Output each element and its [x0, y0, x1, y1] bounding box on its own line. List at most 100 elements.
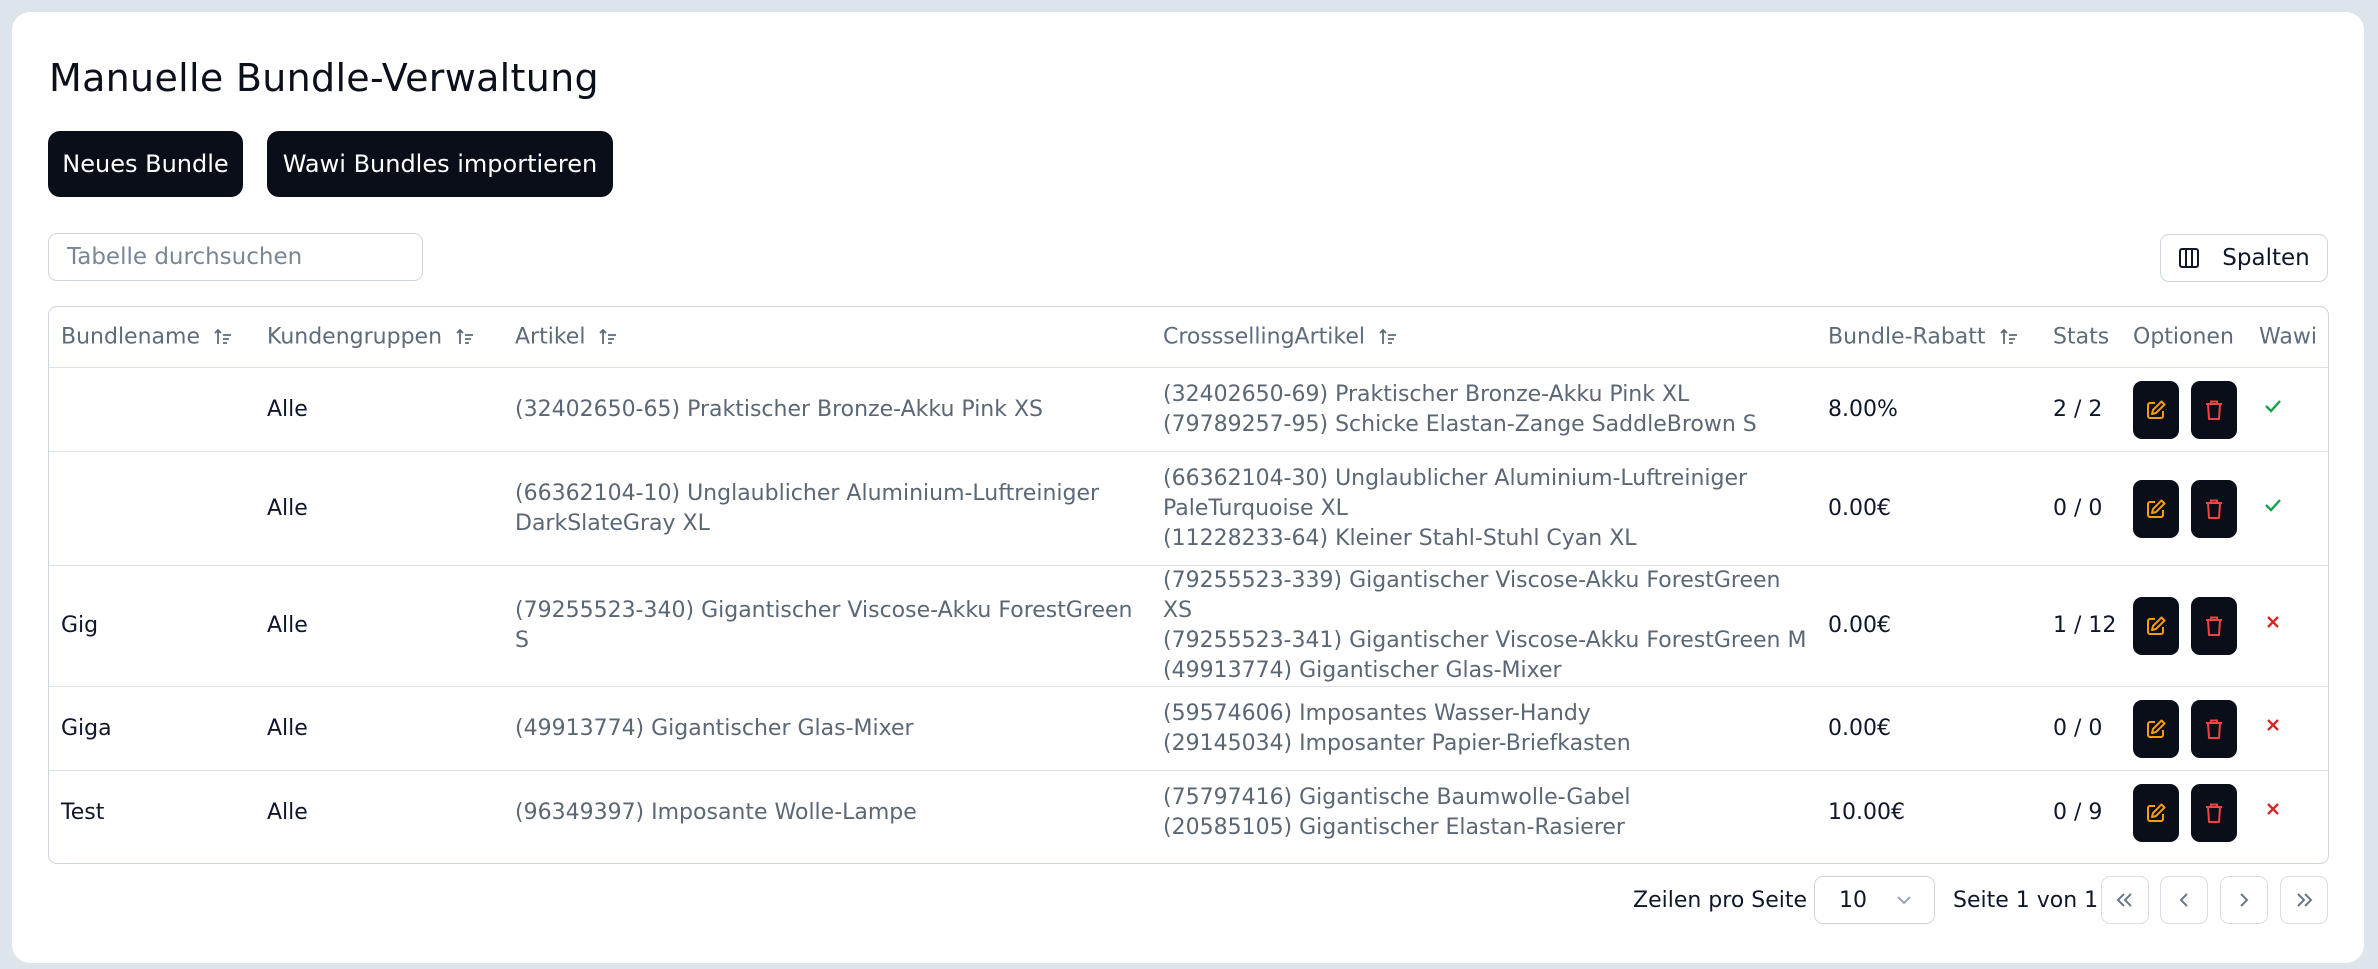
trash-icon [2206, 499, 2222, 519]
cell-crossselling-line: (32402650-69) Praktischer Bronze-Akku Pi… [1163, 381, 1690, 407]
cell-bundle-rabatt: 0.00€ [1816, 451, 2041, 566]
delete-button[interactable] [2191, 597, 2237, 655]
trash-icon [2206, 803, 2222, 823]
cell-kundengruppen: Alle [267, 799, 308, 825]
sort-icon[interactable] [1379, 327, 1399, 347]
row-actions [2133, 699, 2247, 758]
cell-artikel-line: (79255523-340) Gigantischer Viscose-Akku… [515, 598, 1133, 653]
edit-icon [2147, 719, 2166, 738]
cell-wawi [2247, 686, 2328, 771]
header-label: Optionen [2133, 324, 2234, 350]
row-actions [2133, 597, 2247, 655]
cell-artikel: (66362104-10) Unglaublicher Aluminium-Lu… [503, 451, 1151, 566]
cell-optionen [2121, 451, 2247, 566]
edit-button[interactable] [2133, 699, 2179, 758]
cell-bundle-rabatt: 0.00€ [1816, 686, 2041, 771]
cell-crossselling-line: (79789257-95) Schicke Elastan-Zange Sadd… [1163, 411, 1757, 437]
cell-artikel-line: (96349397) Imposante Wolle-Lampe [515, 799, 917, 825]
columns-button-label: Spalten [2222, 245, 2310, 271]
cell-artikel-line: DarkSlateGray XL [515, 510, 710, 536]
header-bundlename[interactable]: Bundlename [49, 307, 255, 368]
last-page-button[interactable] [2280, 876, 2328, 924]
header-label: Artikel [515, 324, 586, 350]
sort-icon[interactable] [599, 327, 619, 347]
cell-bundlename [49, 367, 255, 452]
cell-stats: 1 / 12 [2041, 565, 2121, 687]
cell-crossselling: (66362104-30) Unglaublicher Aluminium-Lu… [1151, 451, 1816, 566]
cell-crossselling-line: (66362104-30) Unglaublicher Aluminium-Lu… [1163, 465, 1748, 491]
header-kundengruppen[interactable]: Kundengruppen [255, 307, 503, 368]
header-label: Bundlename [61, 324, 200, 350]
cell-crossselling: (32402650-69) Praktischer Bronze-Akku Pi… [1151, 367, 1816, 452]
cell-crossselling: (59574606) Imposantes Wasser-Handy (29145… [1151, 686, 1816, 771]
first-page-button[interactable] [2101, 876, 2149, 924]
cell-bundle-rabatt: 10.00€ [1828, 799, 1905, 825]
cell-crossselling: (79255523-339) Gigantischer Viscose-Akku… [1151, 565, 1816, 687]
cell-bundle-rabatt: 8.00% [1816, 367, 2041, 452]
check-icon [2265, 498, 2281, 512]
columns-button[interactable]: Spalten [2160, 234, 2328, 282]
edit-button[interactable] [2133, 380, 2179, 439]
delete-button[interactable] [2191, 783, 2237, 842]
sort-icon[interactable] [456, 327, 476, 347]
cell-artikel: (96349397) Imposante Wolle-Lampe [503, 771, 1151, 855]
previous-page-button[interactable] [2160, 876, 2208, 924]
edit-button[interactable] [2133, 479, 2179, 538]
edit-button[interactable] [2133, 597, 2179, 655]
header-artikel[interactable]: Artikel [503, 307, 1151, 368]
header-label: CrosssellingArtikel [1163, 324, 1365, 350]
row-actions [2133, 783, 2247, 842]
header-wawi: Wawi [2247, 307, 2328, 368]
cell-optionen [2121, 771, 2247, 855]
row-actions [2133, 479, 2247, 538]
cell-bundlename: Gig [49, 565, 255, 687]
cell-crossselling-line: (75797416) Gigantische Baumwolle-Gabel [1163, 784, 1631, 810]
cell-bundlename: Giga [49, 686, 255, 771]
header-optionen: Optionen [2121, 307, 2247, 368]
page-title: Manuelle Bundle-Verwaltung [49, 56, 599, 100]
rows-per-page-select[interactable]: 10 [1814, 876, 1935, 924]
rows-per-page-value: 10 [1839, 887, 1867, 913]
cell-stats: 2 / 2 [2041, 367, 2121, 452]
cell-wawi [2247, 451, 2328, 566]
cell-crossselling: (75797416) Gigantische Baumwolle-Gabel (2… [1151, 771, 1816, 855]
import-wawi-bundles-button[interactable]: Wawi Bundles importieren [267, 131, 613, 197]
row-actions [2133, 380, 2247, 439]
delete-button[interactable] [2191, 699, 2237, 758]
cell-crossselling-line: (79255523-339) Gigantischer Viscose-Akku… [1163, 568, 1781, 623]
edit-icon [2147, 616, 2166, 635]
delete-button[interactable] [2191, 380, 2237, 439]
bundle-management-card: Manuelle Bundle-Verwaltung Neues Bundle … [12, 12, 2364, 963]
edit-icon [2147, 400, 2166, 419]
table-search-input[interactable] [48, 233, 423, 281]
header-bundle-rabatt[interactable]: Bundle-Rabatt [1816, 307, 2041, 368]
sort-icon[interactable] [214, 327, 234, 347]
sort-icon[interactable] [1999, 327, 2020, 347]
header-crossselling[interactable]: CrosssellingArtikel [1151, 307, 1816, 368]
edit-button[interactable] [2133, 783, 2179, 842]
cell-optionen [2121, 686, 2247, 771]
delete-button[interactable] [2191, 479, 2237, 538]
header-label: Bundle-Rabatt [1828, 324, 1986, 350]
cell-stats: 0 / 9 [2053, 799, 2103, 825]
trash-icon [2206, 616, 2222, 636]
cell-stats: 0 / 0 [2041, 451, 2121, 566]
table-row: Gig Alle (79255523-340) Gigantischer Visco… [49, 565, 2328, 687]
cell-crossselling-line: (49913774) Gigantischer Glas-Mixer [1163, 658, 1562, 683]
cell-crossselling-line: PaleTurquoise XL [1163, 495, 1348, 521]
page-info: Seite 1 von 1 [1953, 887, 2099, 913]
cell-wawi [2247, 565, 2328, 687]
new-bundle-button[interactable]: Neues Bundle [48, 131, 243, 197]
cell-crossselling-line: (11228233-64) Kleiner Stahl-Stuhl Cyan X… [1163, 525, 1637, 551]
cell-kundengruppen: Alle [255, 451, 503, 566]
cell-bundlename [49, 451, 255, 566]
cross-icon [2267, 616, 2279, 628]
cell-artikel: (79255523-340) Gigantischer Viscose-Akku… [503, 565, 1151, 687]
next-page-button[interactable] [2220, 876, 2268, 924]
table-row: Giga Alle (49913774) Gigantischer Glas-Mix… [49, 686, 2328, 771]
table-row: Test Alle (96349397) Imposante Wolle-Lampe… [49, 771, 2328, 855]
cell-kundengruppen: Alle [255, 367, 503, 452]
cell-artikel-line: (49913774) Gigantischer Glas-Mixer [515, 715, 914, 741]
cell-artikel: (32402650-65) Praktischer Bronze-Akku Pi… [503, 367, 1151, 452]
cell-bundle-rabatt: 0.00€ [1816, 565, 2041, 687]
